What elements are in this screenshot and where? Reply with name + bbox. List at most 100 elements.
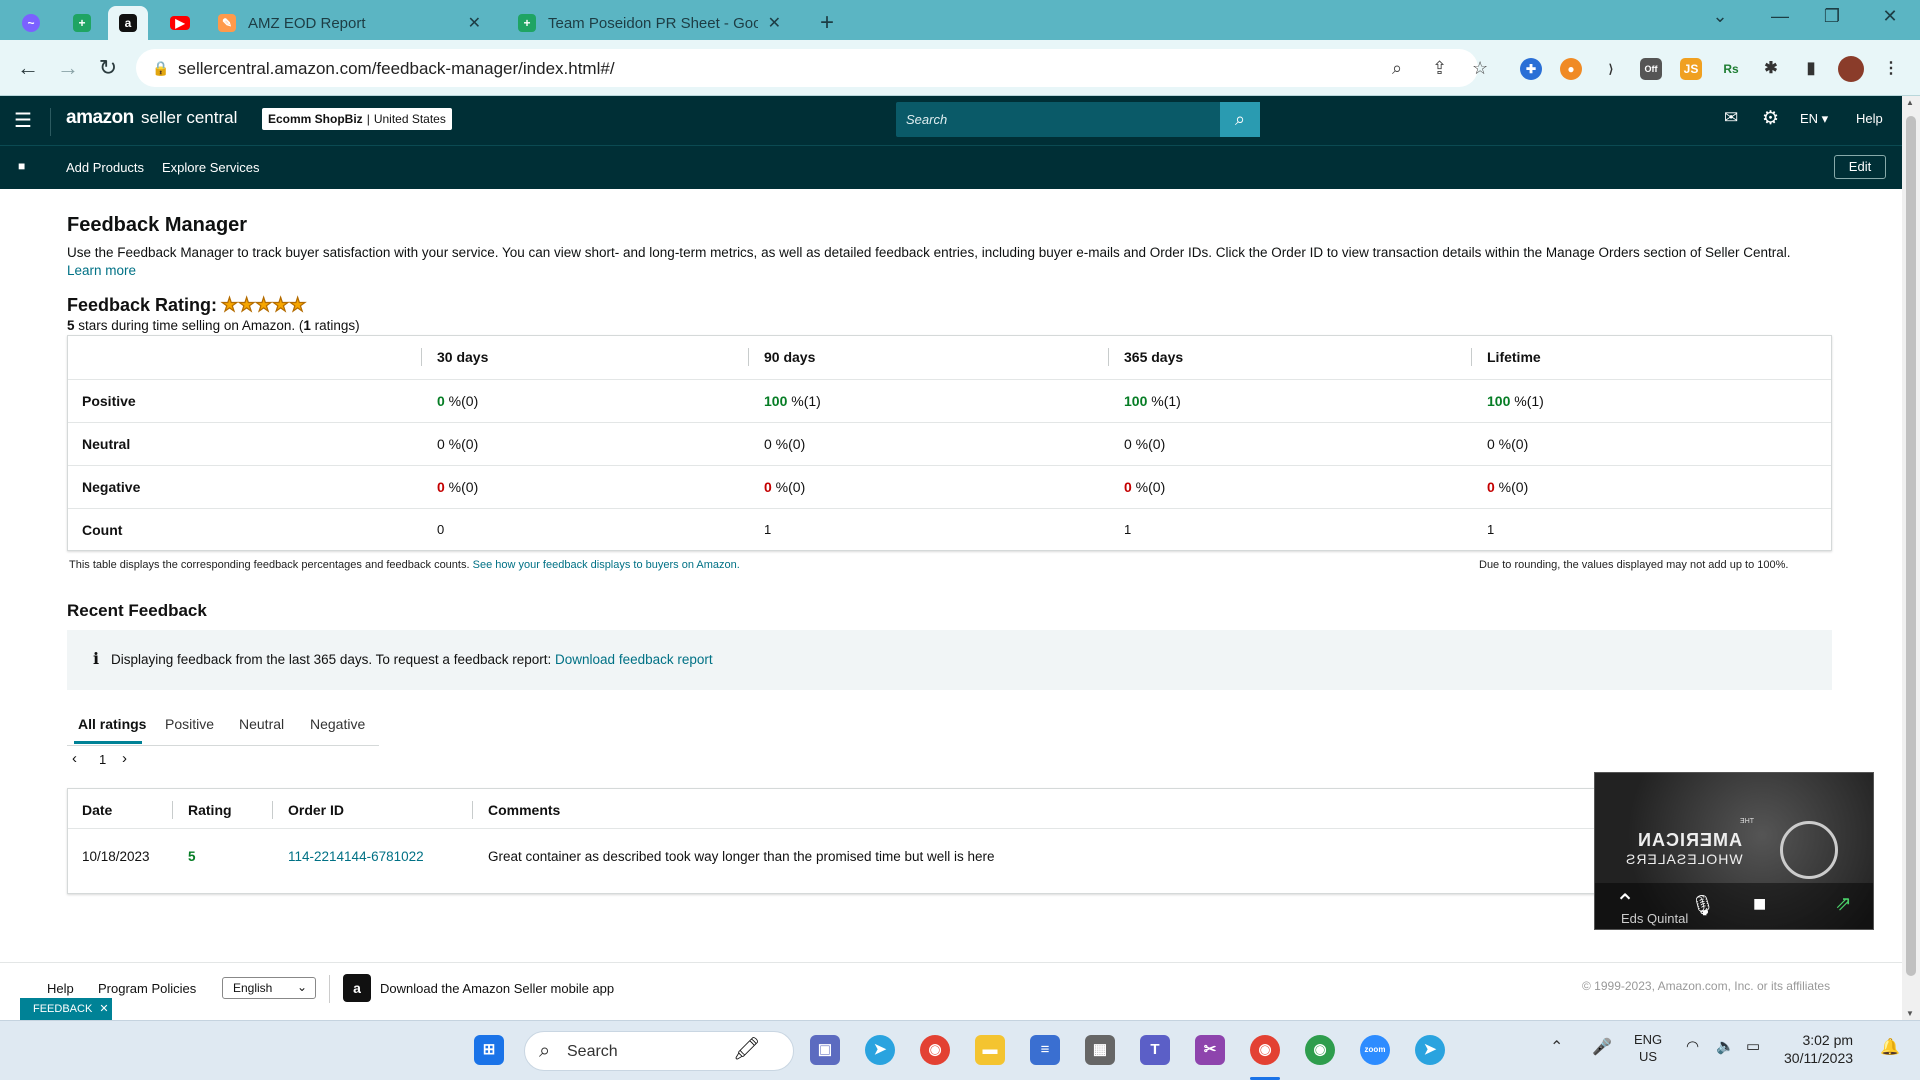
footer-help-link[interactable]: Help [47, 981, 74, 996]
nav-add-products[interactable]: Add Products [66, 160, 144, 175]
column-header: Order ID [288, 802, 345, 818]
chrome-profile-icon[interactable]: ◉ [1250, 1035, 1280, 1065]
minimize-icon[interactable]: — [1760, 6, 1800, 27]
forward-icon[interactable]: → [54, 54, 82, 82]
feedback-display-link[interactable]: See how your feedback displays to buyers… [473, 559, 740, 571]
puzzle-icon[interactable]: ✱ [1760, 58, 1782, 80]
extension-icon[interactable]: ✚ [1520, 58, 1542, 80]
zoom-lens-icon[interactable]: ⌕ [1392, 58, 1402, 79]
bookmark-icon[interactable]: ■ [18, 159, 25, 173]
telegram-icon[interactable]: ➤ [865, 1035, 895, 1065]
scroll-down-icon[interactable]: ▼ [1906, 1009, 1914, 1018]
chrome-profile-icon[interactable]: ◉ [1305, 1035, 1335, 1065]
download-app-link[interactable]: Download the Amazon Seller mobile app [380, 981, 614, 996]
taskbar-search-placeholder[interactable]: Search [567, 1043, 618, 1061]
mute-microphone-icon[interactable]: 🎙 [1690, 893, 1715, 918]
zoom-video-overlay[interactable]: THE AMERICAN WHOLESALERS ⌃ 🎙 ■ ⇗ Eds Qui… [1594, 772, 1874, 930]
mail-icon[interactable]: ✉ [1724, 108, 1738, 128]
amazon-logo[interactable]: amazon [66, 107, 134, 129]
edit-button[interactable]: Edit [1834, 155, 1886, 179]
language-selector[interactable]: EN ▾ [1800, 111, 1828, 127]
tab-title: AMZ EOD Report [248, 14, 366, 32]
battery-icon[interactable]: ▭ [1746, 1037, 1760, 1055]
tab-positive[interactable]: Positive [165, 716, 214, 732]
scroll-thumb[interactable] [1906, 116, 1916, 976]
extension-icon[interactable]: ⟩ [1600, 58, 1622, 80]
browser-tab-strip: ~ + a ▶ ✎ AMZ EOD Report ✕ + Team Poseid… [0, 0, 1920, 40]
close-icon[interactable]: ✕ [768, 13, 781, 33]
volume-icon[interactable]: 🔈 [1716, 1037, 1735, 1055]
menu-dots-icon[interactable]: ⋮ [1880, 58, 1902, 80]
tab-amazon[interactable]: a [108, 6, 148, 40]
extension-rs-icon[interactable]: Rs [1720, 58, 1742, 80]
prev-page-icon[interactable]: ‹ [72, 750, 77, 767]
maximize-icon[interactable]: ❐ [1812, 6, 1852, 27]
tab-youtube[interactable]: ▶ [170, 6, 190, 40]
feedback-tab[interactable]: FEEDBACK ✕ [20, 998, 112, 1020]
snipping-tool-icon[interactable]: ✂ [1195, 1035, 1225, 1065]
tab-sheets[interactable]: + [73, 6, 91, 40]
profile-avatar[interactable] [1838, 56, 1864, 82]
zoom-app-icon[interactable]: zoom [1360, 1035, 1390, 1065]
windows-start-icon[interactable]: ⊞ [474, 1035, 504, 1065]
next-page-icon[interactable]: › [122, 750, 127, 767]
order-id-link[interactable]: 114-2214144-6781022 [288, 849, 424, 864]
back-icon[interactable]: ← [14, 54, 42, 82]
clock[interactable]: 3:02 pm 30/11/2023 [1784, 1031, 1853, 1067]
file-explorer-icon[interactable]: ▬ [975, 1035, 1005, 1065]
omnibox[interactable]: 🔒 sellercentral.amazon.com/feedback-mana… [136, 49, 1488, 87]
notification-bell-icon[interactable]: 🔔 [1880, 1037, 1900, 1057]
page-number[interactable]: 1 [99, 752, 106, 767]
video-camera-icon[interactable]: ■ [1753, 891, 1766, 917]
store-switcher[interactable]: Ecomm ShopBiz | United States [262, 108, 452, 130]
tab-all-ratings[interactable]: All ratings [78, 716, 146, 732]
sidepanel-icon[interactable]: ▮ [1800, 58, 1822, 80]
close-icon[interactable]: ✕ [468, 13, 481, 33]
window-close-icon[interactable]: ✕ [1870, 6, 1910, 27]
tab-search-icon[interactable]: ⌄ [1700, 6, 1740, 27]
teams-icon[interactable]: T [1140, 1035, 1170, 1065]
help-link[interactable]: Help [1856, 111, 1883, 126]
extension-off-badge[interactable]: Off [1640, 58, 1662, 80]
wifi-icon[interactable]: ◠ [1686, 1037, 1699, 1055]
chrome-icon[interactable]: ◉ [920, 1035, 950, 1065]
extension-js-icon[interactable]: JS [1680, 58, 1702, 80]
calculator-icon[interactable]: ▦ [1085, 1035, 1115, 1065]
tab-team-poseidon[interactable]: + Team Poseidon PR Sheet - Goog ✕ [518, 6, 793, 40]
notepad-icon[interactable]: ≡ [1030, 1035, 1060, 1065]
taskbar-search[interactable]: ⌕ Search 🖍 [524, 1031, 794, 1071]
program-policies-link[interactable]: Program Policies [98, 981, 196, 996]
seller-app-icon[interactable]: a [343, 974, 371, 1002]
language-indicator[interactable]: ENG US [1634, 1031, 1662, 1065]
download-feedback-report-link[interactable]: Download feedback report [555, 652, 713, 667]
search-box[interactable]: Search ⌕ [896, 102, 1260, 137]
tray-chevron-up-icon[interactable]: ⌃ [1550, 1037, 1563, 1057]
tab-neutral[interactable]: Neutral [239, 716, 284, 732]
url-text[interactable]: sellercentral.amazon.com/feedback-manage… [178, 59, 615, 79]
share-icon[interactable]: ⇪ [1432, 58, 1447, 79]
new-tab-button[interactable]: + [820, 6, 834, 40]
tab-messenger[interactable]: ~ [22, 6, 40, 40]
footer-language-select[interactable]: English ⌄ [222, 977, 316, 999]
search-button[interactable]: ⌕ [1220, 102, 1260, 137]
tab-negative[interactable]: Negative [310, 716, 365, 732]
expand-icon[interactable]: ⇗ [1835, 891, 1852, 916]
telegram-icon[interactable]: ➤ [1415, 1035, 1445, 1065]
tab-amz-eod-report[interactable]: ✎ AMZ EOD Report ✕ [218, 6, 493, 40]
bookmark-star-icon[interactable]: ☆ [1472, 58, 1488, 79]
search-input[interactable]: Search [906, 112, 947, 127]
page-scrollbar[interactable]: ▲ ▼ [1902, 96, 1920, 1020]
reload-icon[interactable]: ↻ [94, 54, 122, 82]
divider [50, 108, 51, 136]
close-icon[interactable]: ✕ [99, 1003, 108, 1015]
extension-icon[interactable]: ● [1560, 58, 1582, 80]
learn-more-link[interactable]: Learn more [67, 263, 136, 278]
scroll-up-icon[interactable]: ▲ [1906, 98, 1914, 107]
microphone-icon[interactable]: 🎤 [1592, 1037, 1612, 1057]
chat-icon[interactable]: ▣ [810, 1035, 840, 1065]
gear-icon[interactable]: ⚙ [1762, 107, 1779, 130]
description-text: Use the Feedback Manager to track buyer … [67, 245, 1791, 260]
hamburger-icon[interactable]: ☰ [14, 108, 32, 133]
logo-small-text: THE [1740, 818, 1754, 825]
nav-explore-services[interactable]: Explore Services [162, 160, 260, 175]
